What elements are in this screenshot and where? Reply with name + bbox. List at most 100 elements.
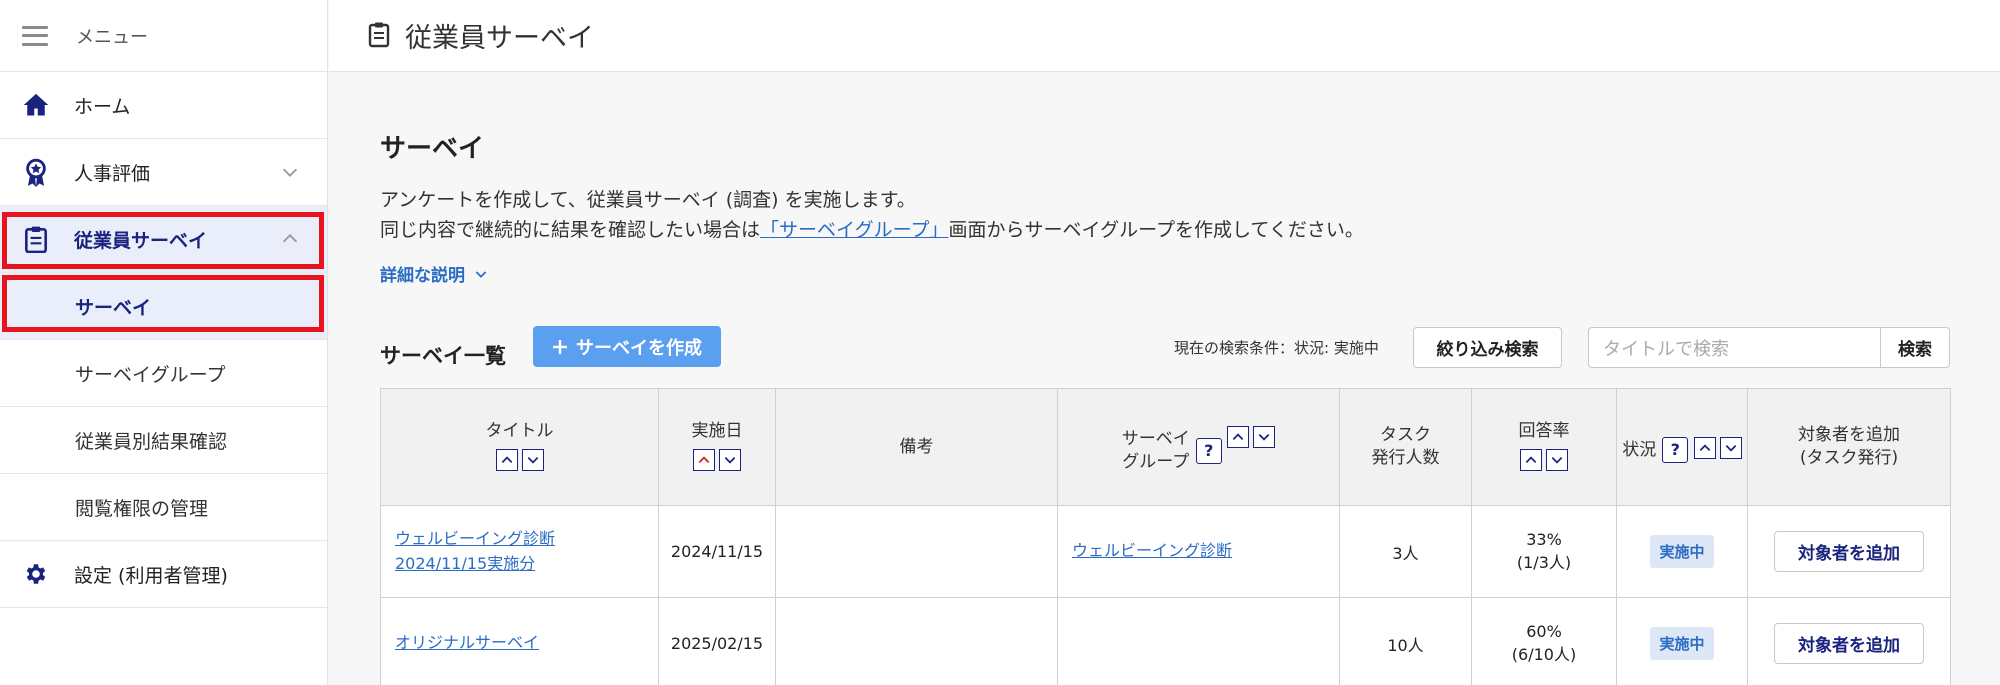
chevron-down-icon: [282, 168, 298, 177]
home-icon: [22, 91, 50, 119]
sidebar-item-settings[interactable]: 設定 (利用者管理): [0, 541, 327, 608]
description-text: 画面からサーベイグループを作成してください。: [948, 219, 1364, 241]
help-icon[interactable]: ?: [1662, 437, 1689, 464]
create-survey-button[interactable]: サーベイを作成: [533, 326, 721, 367]
description-line-1: アンケートを作成して、従業員サーベイ (調査) を実施します。: [380, 189, 916, 211]
survey-title-line: ウェルビーイング診断: [395, 528, 556, 548]
search-button[interactable]: 検索: [1880, 327, 1950, 368]
cell-add-target: 対象者を追加: [1747, 505, 1951, 598]
clipboard-icon: [22, 225, 50, 253]
table-row: オリジナルサーベイ 2025/02/15 10人 60% (6/10人) 実施中…: [380, 597, 1951, 685]
add-target-button[interactable]: 対象者を追加: [1774, 531, 1924, 572]
status-badge: 実施中: [1650, 535, 1714, 568]
help-icon[interactable]: ?: [1195, 438, 1222, 464]
cell-group: [1057, 597, 1340, 685]
survey-group-link[interactable]: 「サーベイグループ」: [760, 219, 948, 241]
sidebar-item-label: ホーム: [74, 95, 131, 118]
rate-fraction: (1/3人): [1516, 553, 1572, 572]
cell-date: 2024/11/15: [658, 505, 776, 598]
filter-search-button[interactable]: 絞り込み検索: [1413, 327, 1562, 368]
survey-group-link[interactable]: ウェルビーイング診断: [1072, 541, 1232, 560]
chevron-up-icon: [698, 456, 710, 463]
sidebar-subitem-label: 閲覧権限の管理: [75, 497, 209, 520]
cell-rate: 60% (6/10人): [1471, 597, 1617, 685]
cell-rate: 33% (1/3人): [1471, 505, 1617, 598]
cell-title: ウェルビーイング診断 2024/11/15実施分: [380, 505, 659, 598]
description-line-2: 同じ内容で継続的に結果を確認したい場合は「サーベイグループ」画面からサーベイグル…: [380, 215, 1364, 242]
gear-icon: [22, 560, 50, 588]
search-condition: 現在の検索条件：状況: 実施中: [1174, 339, 1379, 357]
sidebar-subitem-survey[interactable]: サーベイ: [0, 273, 327, 340]
create-survey-label: サーベイを作成: [576, 337, 702, 359]
chevron-down-icon: [724, 457, 736, 464]
sidebar-item-label: 従業員サーベイ: [74, 229, 208, 252]
page-title: 従業員サーベイ: [405, 23, 594, 54]
sidebar-item-evaluation[interactable]: 人事評価: [0, 139, 327, 206]
sidebar-item-label: 人事評価: [74, 162, 151, 185]
header-label: 状況: [1622, 439, 1657, 460]
sidebar-subitem-label: サーベイグループ: [75, 363, 226, 386]
cell-title: オリジナルサーベイ: [380, 597, 659, 685]
header-label: 対象者を追加: [1798, 425, 1900, 446]
chevron-up-icon: [501, 456, 512, 463]
chevron-up-icon: [282, 234, 298, 243]
add-target-button[interactable]: 対象者を追加: [1774, 623, 1924, 664]
sidebar-item-employee-survey[interactable]: 従業員サーベイ: [0, 206, 327, 273]
chevron-down-icon: [1725, 444, 1736, 452]
sidebar-subitem-label: サーベイ: [75, 296, 152, 319]
rate-percent: 33%: [1526, 530, 1562, 549]
sidebar-subitem-survey-group[interactable]: サーベイグループ: [0, 340, 327, 407]
chevron-up-icon: [1525, 456, 1537, 463]
description-text: 同じ内容で継続的に結果を確認したい場合は: [380, 219, 761, 241]
sort-asc-button[interactable]: [1227, 426, 1250, 449]
sort-desc-button[interactable]: [1546, 449, 1568, 471]
cell-add-target: 対象者を追加: [1747, 597, 1951, 685]
cell-note: [775, 505, 1058, 598]
sort-asc-button[interactable]: [1693, 436, 1716, 459]
survey-title-link[interactable]: ウェルビーイング診断 2024/11/15実施分: [395, 529, 555, 573]
sidebar-subitem-view-permissions[interactable]: 閲覧権限の管理: [0, 474, 327, 541]
cell-status: 実施中: [1616, 597, 1748, 685]
title-search-input[interactable]: タイトルで検索: [1588, 327, 1881, 368]
list-title: サーベイ一覧: [380, 344, 506, 368]
sort-desc-button[interactable]: [521, 449, 544, 471]
sidebar-item-home[interactable]: ホーム: [0, 72, 327, 139]
award-ribbon-icon: [22, 158, 50, 187]
sort-desc-button[interactable]: [1719, 436, 1742, 459]
menu-toggle[interactable]: メニュー: [0, 0, 327, 72]
table-row: ウェルビーイング診断 2024/11/15実施分 2024/11/15 ウェルビ…: [380, 505, 1951, 598]
section-title: サーベイ: [380, 134, 485, 164]
chevron-down-icon: [527, 457, 538, 464]
col-header-status: 状況 ?: [1616, 388, 1748, 506]
sidebar: メニュー ホーム 人事評価 従業員サーベイ サーベイ サーベイグループ 従業員別…: [0, 0, 328, 685]
sort-asc-button-active[interactable]: [693, 449, 715, 471]
col-header-add-target: 対象者を追加 (タスク発行): [1747, 388, 1951, 506]
sidebar-item-label: 設定 (利用者管理): [74, 564, 228, 587]
sort-desc-button[interactable]: [1253, 426, 1276, 449]
rate-fraction: (6/10人): [1511, 645, 1577, 664]
header-label-wrap: 状況 ?: [1622, 437, 1689, 464]
survey-title-link[interactable]: オリジナルサーベイ: [395, 633, 539, 652]
cell-note: [775, 597, 1058, 685]
menu-label: メニュー: [76, 26, 148, 48]
header-label: 備考: [899, 436, 934, 457]
cell-tasks: 3人: [1339, 505, 1472, 598]
hamburger-icon: [22, 25, 48, 46]
header-label-wrap: サーベイ グループ ?: [1122, 428, 1222, 474]
col-header-date: 実施日: [658, 388, 776, 506]
clipboard-icon: [367, 20, 391, 52]
header-label: タスク: [1380, 425, 1431, 446]
plus-icon: [553, 339, 567, 354]
col-header-title: タイトル: [380, 388, 659, 506]
cell-status: 実施中: [1616, 505, 1748, 598]
cell-tasks: 10人: [1339, 597, 1472, 685]
sort-desc-button[interactable]: [719, 449, 741, 471]
detail-toggle[interactable]: 詳細な説明: [380, 261, 489, 286]
status-badge: 実施中: [1650, 627, 1714, 660]
sort-asc-button[interactable]: [495, 449, 518, 471]
sort-asc-button[interactable]: [1520, 449, 1542, 471]
survey-table: タイトル 実施日 備考 サーベイ グループ ? タスク 発行人数 回答率 状況 …: [380, 388, 1951, 685]
sidebar-subitem-results-by-employee[interactable]: 従業員別結果確認: [0, 407, 327, 474]
table-header-row: タイトル 実施日 備考 サーベイ グループ ? タスク 発行人数 回答率 状況 …: [380, 388, 1951, 506]
header-label: 実施日: [691, 421, 743, 442]
